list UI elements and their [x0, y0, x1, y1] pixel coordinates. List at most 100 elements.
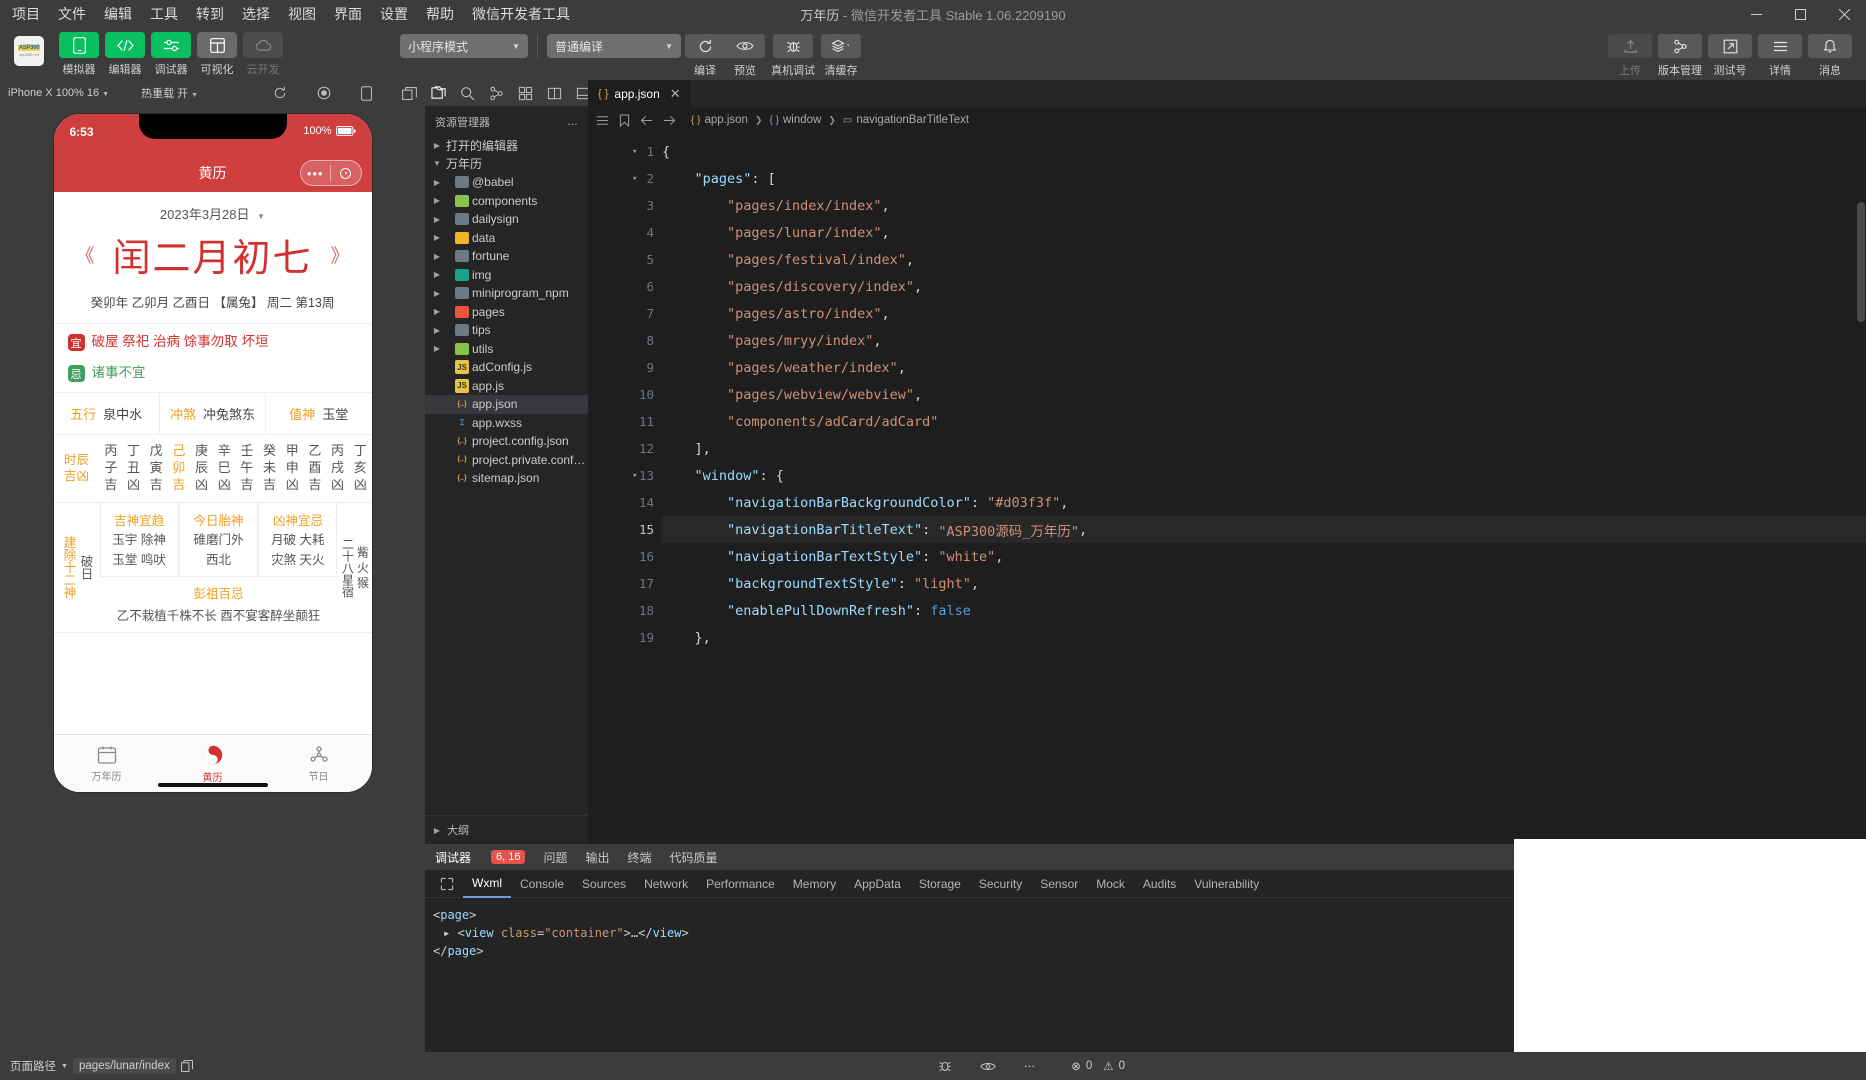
branch-icon[interactable]: [489, 86, 504, 101]
dom-line-view[interactable]: ▸ <view class="container">…</view>: [433, 924, 1585, 942]
devtools-tab-console[interactable]: Console: [511, 870, 573, 898]
sim-rotate-icon[interactable]: [273, 86, 287, 100]
tree-item-app-js[interactable]: JS app.js: [425, 377, 588, 396]
fold-toggle-icon[interactable]: ▾: [632, 471, 637, 481]
code-line[interactable]: "pages/webview/webview",: [662, 381, 1866, 408]
debugger-button[interactable]: 调试器: [150, 32, 192, 77]
code-line[interactable]: {: [662, 138, 1866, 165]
close-icon[interactable]: ✕: [670, 86, 681, 102]
dom-line-page-open[interactable]: <page>: [433, 906, 1585, 924]
page-path-section[interactable]: 页面路径 ▼ pages/lunar/index: [10, 1058, 193, 1074]
tree-item-tips[interactable]: ▶ tips: [425, 321, 588, 340]
status-problem-counts[interactable]: ⊗ 0 ⚠ 0: [1071, 1059, 1125, 1073]
code-line[interactable]: "pages/weather/index",: [662, 354, 1866, 381]
code-line[interactable]: "navigationBarTextStyle": "white",: [662, 543, 1866, 570]
split-editor-icon[interactable]: [547, 86, 562, 101]
page-path-value[interactable]: pages/lunar/index: [72, 1058, 176, 1074]
fold-toggle-icon[interactable]: ▾: [632, 147, 637, 157]
tree-item-app-json[interactable]: {..} app.json: [425, 395, 588, 414]
outline-section[interactable]: ▶ 大纲: [425, 815, 588, 844]
cloud-button[interactable]: 云开发: [242, 32, 284, 77]
menu-item-interface[interactable]: 界面: [332, 2, 364, 26]
sim-device-icon[interactable]: [361, 85, 372, 101]
tree-item-app-wxss[interactable]: ⌶ app.wxss: [425, 414, 588, 433]
code-line[interactable]: "navigationBarTitleText": "ASP300源码_万年历"…: [662, 516, 1866, 543]
tree-item-adconfig-js[interactable]: JS adConfig.js: [425, 358, 588, 377]
next-day-icon[interactable]: 》: [331, 241, 350, 268]
devtools-tab-sources[interactable]: Sources: [573, 870, 635, 898]
devtools-tab-vulnerability[interactable]: Vulnerability: [1185, 870, 1268, 898]
menu-item-edit[interactable]: 编辑: [102, 2, 134, 26]
devtools-tab-sensor[interactable]: Sensor: [1031, 870, 1087, 898]
close-circle-icon[interactable]: [331, 167, 361, 179]
menu-item-file[interactable]: 文件: [56, 2, 88, 26]
clear-cache-button[interactable]: 清缓存: [821, 34, 861, 78]
device-select[interactable]: iPhone X 100% 16 ▼: [8, 87, 109, 99]
code-line[interactable]: "pages/festival/index",: [662, 246, 1866, 273]
code-line[interactable]: "pages/discovery/index",: [662, 273, 1866, 300]
menu-item-goto[interactable]: 转到: [194, 2, 226, 26]
outline-toggle-icon[interactable]: [596, 114, 609, 127]
sim-detach-icon[interactable]: [402, 86, 417, 100]
phone-capsule[interactable]: •••: [299, 160, 362, 186]
code-line[interactable]: "pages/mryy/index",: [662, 327, 1866, 354]
devtools-top-tab-output[interactable]: 输出: [586, 849, 610, 866]
compile-button[interactable]: 编译: [685, 34, 725, 78]
code-lines[interactable]: { "pages": [ "pages/index/index", "pages…: [662, 132, 1866, 844]
back-icon[interactable]: [640, 115, 653, 126]
code-line[interactable]: ],: [662, 435, 1866, 462]
simulator-button[interactable]: 模拟器: [58, 32, 100, 77]
tree-item-fortune[interactable]: ▶ fortune: [425, 247, 588, 266]
menu-item-select[interactable]: 选择: [240, 2, 272, 26]
breadcrumb-item-file[interactable]: { } app.json: [691, 114, 748, 126]
editor-tab-app-json[interactable]: { } app.json ✕: [588, 80, 692, 108]
files-icon[interactable]: [431, 85, 446, 101]
tree-project-root[interactable]: ▼ 万年历: [425, 155, 588, 174]
menu-item-settings[interactable]: 设置: [378, 2, 410, 26]
details-button[interactable]: 详情: [1758, 34, 1802, 78]
devtools-tab-performance[interactable]: Performance: [697, 870, 784, 898]
code-line[interactable]: "pages/astro/index",: [662, 300, 1866, 327]
dom-line-page-close[interactable]: </page>: [433, 942, 1585, 960]
devtools-tab-wxml[interactable]: Wxml: [463, 870, 511, 898]
tree-item-data[interactable]: ▶ data: [425, 229, 588, 248]
code-line[interactable]: },: [662, 624, 1866, 651]
devtools-top-tab-problems[interactable]: 问题: [543, 849, 567, 866]
code-line[interactable]: "pages/lunar/index",: [662, 219, 1866, 246]
tree-item-project-config-json[interactable]: {..} project.config.json: [425, 432, 588, 451]
menu-item-tools[interactable]: 工具: [148, 2, 180, 26]
visual-button[interactable]: 可视化: [196, 32, 238, 77]
tree-item-pages[interactable]: ▶ pages: [425, 303, 588, 322]
forward-icon[interactable]: [663, 115, 676, 126]
code-editor[interactable]: ▾ 1 ▾ 2 3 4 5 6 7 8 9 10 11 12 ▾ 13 14 15 16 17 18 19 { "page…: [588, 132, 1866, 844]
tree-item-miniprogram-npm[interactable]: ▶ miniprogram_npm: [425, 284, 588, 303]
tree-item-img[interactable]: ▶ img: [425, 266, 588, 285]
code-line[interactable]: "backgroundTextStyle": "light",: [662, 570, 1866, 597]
status-eye-icon[interactable]: [980, 1061, 996, 1072]
code-line[interactable]: "pages": [: [662, 165, 1866, 192]
tree-item-dailysign[interactable]: ▶ dailysign: [425, 210, 588, 229]
close-button[interactable]: [1822, 0, 1866, 28]
breadcrumb-item-window[interactable]: { } window: [770, 114, 822, 126]
devtools-top-tab-quality[interactable]: 代码质量: [670, 849, 718, 866]
devtools-tab-mock[interactable]: Mock: [1087, 870, 1134, 898]
status-debug-icon[interactable]: [938, 1059, 952, 1073]
code-line[interactable]: "pages/index/index",: [662, 192, 1866, 219]
bookmark-icon[interactable]: [619, 113, 630, 127]
devtools-tab-security[interactable]: Security: [970, 870, 1031, 898]
tab-jieri[interactable]: 节日: [266, 735, 372, 792]
code-line[interactable]: "components/adCard/adCard": [662, 408, 1866, 435]
devtools-tab-memory[interactable]: Memory: [784, 870, 845, 898]
tree-open-editors[interactable]: ▶ 打开的编辑器: [425, 136, 588, 155]
explorer-more-icon[interactable]: …: [567, 116, 578, 128]
minimize-button[interactable]: [1734, 0, 1778, 28]
code-line[interactable]: "enablePullDownRefresh": false: [662, 597, 1866, 624]
extensions-icon[interactable]: [518, 86, 533, 101]
tree-item--babel[interactable]: ▶ @babel: [425, 173, 588, 192]
devtools-inspect-icon[interactable]: [431, 877, 463, 891]
editor-button[interactable]: 编辑器: [104, 32, 146, 77]
breadcrumb-item-property[interactable]: ▭ navigationBarTitleText: [843, 114, 969, 126]
almanac-date-picker[interactable]: 2023年3月28日 ▼: [54, 192, 372, 225]
tab-wannianli[interactable]: 万年历: [54, 735, 160, 792]
real-device-debug-button[interactable]: 真机调试: [771, 34, 815, 78]
